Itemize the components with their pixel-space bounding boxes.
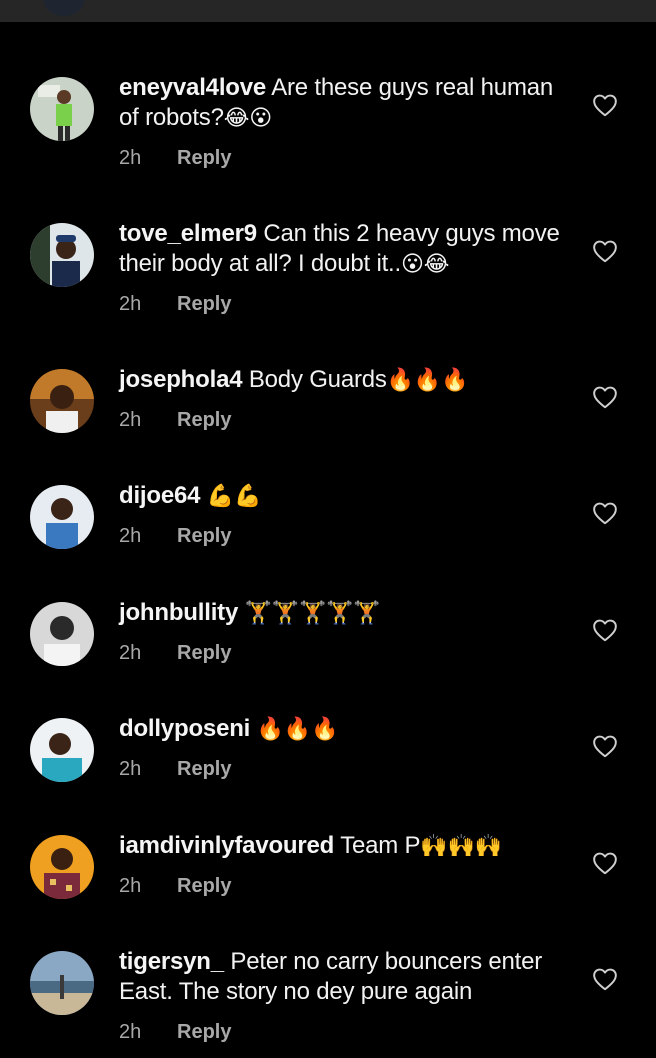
reply-button[interactable]: Reply	[177, 758, 231, 780]
comment-time: 2h	[119, 409, 142, 431]
avatar-image	[30, 369, 94, 433]
heart-icon[interactable]	[592, 385, 618, 409]
comment-body: tigersyn_ Peter no carry bouncers enter …	[119, 947, 569, 1008]
reply-button[interactable]: Reply	[177, 525, 231, 547]
avatar[interactable]	[30, 602, 94, 666]
comment-emoji: 🔥🔥🔥	[386, 368, 469, 393]
comment-body: tove_elmer9 Can this 2 heavy guys move t…	[119, 219, 569, 280]
reply-button[interactable]: Reply	[177, 293, 231, 315]
comment-time: 2h	[119, 147, 142, 169]
heart-icon[interactable]	[592, 734, 618, 758]
comment-emoji: 🔥🔥🔥	[256, 717, 339, 742]
avatar-image	[30, 835, 94, 899]
comment-username[interactable]: dollyposeni	[119, 715, 250, 742]
comment-emoji: 😂😮	[223, 106, 272, 131]
reply-button[interactable]: Reply	[177, 875, 231, 897]
avatar-image	[30, 602, 94, 666]
avatar[interactable]	[30, 369, 94, 433]
comment-body: eneyval4love Are these guys real human o…	[119, 73, 569, 134]
top-bar	[0, 0, 656, 22]
comment-username[interactable]: johnbullity	[119, 599, 238, 626]
comment-username[interactable]: josephola4	[119, 366, 243, 393]
comment-body: josephola4 Body Guards🔥🔥🔥	[119, 365, 569, 396]
comment-text: Team P	[340, 832, 421, 859]
comment-username[interactable]: tigersyn_	[119, 948, 224, 975]
comment-meta: 2h Reply	[119, 524, 231, 548]
comment-emoji: 😮😂	[400, 252, 450, 277]
avatar[interactable]	[30, 485, 94, 549]
reply-button[interactable]: Reply	[177, 147, 231, 169]
comment-username[interactable]: eneyval4love	[119, 74, 266, 101]
avatar-image	[30, 77, 94, 141]
partial-avatar	[44, 0, 84, 16]
comment-username[interactable]: iamdivinlyfavoured	[119, 832, 334, 859]
comment-body: johnbullity 🏋🏋🏋🏋🏋	[119, 598, 569, 629]
avatar-image	[30, 485, 94, 549]
heart-icon[interactable]	[592, 967, 618, 991]
comment-body: dijoe64 💪💪	[119, 481, 569, 512]
heart-icon[interactable]	[592, 501, 618, 525]
comment-time: 2h	[119, 875, 142, 897]
comment-body: dollyposeni 🔥🔥🔥	[119, 714, 569, 745]
comment-meta: 2h Reply	[119, 408, 231, 432]
comment-username[interactable]: dijoe64	[119, 482, 201, 509]
avatar-image	[30, 718, 94, 782]
comment-meta: 2h Reply	[119, 292, 231, 316]
comment-username[interactable]: tove_elmer9	[119, 220, 257, 247]
comment-time: 2h	[119, 525, 142, 547]
comment-text: Body Guards	[248, 366, 387, 393]
heart-icon[interactable]	[592, 618, 618, 642]
comment-meta: 2h Reply	[119, 641, 231, 665]
heart-icon[interactable]	[592, 93, 618, 117]
comment-body: iamdivinlyfavoured Team P🙌🙌🙌	[119, 831, 569, 862]
reply-button[interactable]: Reply	[177, 1021, 231, 1043]
comment-time: 2h	[119, 1021, 142, 1043]
avatar[interactable]	[30, 835, 94, 899]
heart-icon[interactable]	[592, 851, 618, 875]
comment-emoji: 💪💪	[206, 484, 262, 509]
comment-meta: 2h Reply	[119, 1020, 231, 1044]
reply-button[interactable]: Reply	[177, 409, 231, 431]
reply-button[interactable]: Reply	[177, 642, 231, 664]
avatar-image	[30, 223, 94, 287]
comment-meta: 2h Reply	[119, 874, 231, 898]
avatar[interactable]	[30, 718, 94, 782]
comment-emoji: 🏋🏋🏋🏋🏋	[244, 601, 381, 626]
comment-emoji: 🙌🙌🙌	[420, 834, 502, 859]
avatar[interactable]	[30, 951, 94, 1015]
comment-time: 2h	[119, 758, 142, 780]
comment-time: 2h	[119, 293, 142, 315]
avatar-image	[30, 951, 94, 1015]
comment-meta: 2h Reply	[119, 146, 231, 170]
avatar[interactable]	[30, 223, 94, 287]
avatar[interactable]	[30, 77, 94, 141]
comment-meta: 2h Reply	[119, 757, 231, 781]
heart-icon[interactable]	[592, 239, 618, 263]
comment-time: 2h	[119, 642, 142, 664]
